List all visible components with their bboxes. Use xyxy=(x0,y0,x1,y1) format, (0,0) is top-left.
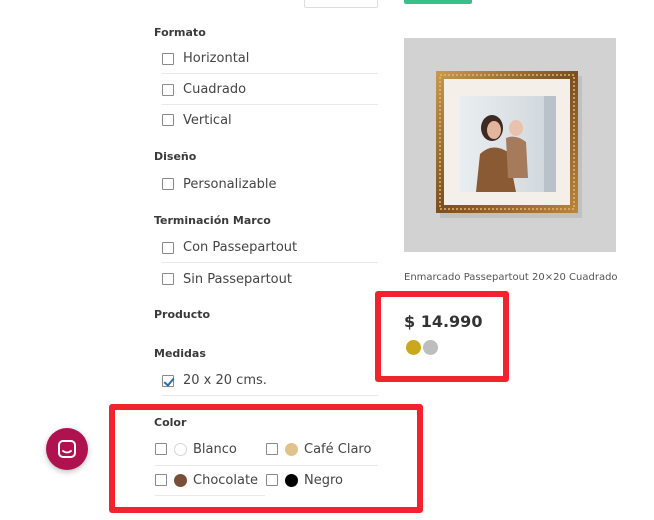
checkbox[interactable] xyxy=(266,474,278,486)
highlight-price-box xyxy=(375,291,509,382)
color-option-label: Negro xyxy=(304,472,343,488)
checkbox[interactable] xyxy=(162,273,174,285)
checkbox[interactable] xyxy=(162,178,174,190)
filter-option-label: Con Passepartout xyxy=(183,240,298,255)
product-name[interactable]: Enmarcado Passepartout 20×20 Cuadrado xyxy=(404,272,618,283)
checkbox[interactable] xyxy=(162,114,174,126)
product-image[interactable] xyxy=(404,38,616,252)
filter-option-label: Personalizable xyxy=(183,176,277,192)
divider xyxy=(155,495,265,496)
filter-option-label: Cuadrado xyxy=(183,82,247,97)
color-option-cafe-claro[interactable]: Café Claro xyxy=(266,434,371,464)
color-option-negro[interactable]: Negro xyxy=(266,465,343,495)
color-swatch-light-brown xyxy=(285,442,298,456)
filter-option-label: Sin Passepartout xyxy=(183,271,292,287)
filter-option-cuadrado[interactable]: Cuadrado xyxy=(162,75,378,105)
medidas-title: Medidas xyxy=(154,347,206,360)
filter-apply-button[interactable] xyxy=(404,0,472,4)
color-option-label: Café Claro xyxy=(304,441,372,457)
color-title: Color xyxy=(154,416,187,429)
filter-option-sin-passepartout[interactable]: Sin Passepartout xyxy=(162,264,378,294)
checkbox-checked[interactable] xyxy=(162,374,174,387)
filter-option-con-passepartout[interactable]: Con Passepartout xyxy=(162,233,378,263)
checkbox[interactable] xyxy=(162,83,174,96)
filter-option-label: Horizontal xyxy=(183,51,250,66)
color-option-blanco[interactable]: Blanco xyxy=(155,434,237,464)
color-swatch-chocolate xyxy=(174,473,187,487)
product-price: $ 14.990 xyxy=(404,312,483,331)
page: Formato Horizontal Cuadrado Vertical Dis… xyxy=(0,0,654,520)
sort-select[interactable] xyxy=(304,0,378,8)
filter-option-20x20[interactable]: 20 x 20 cms. xyxy=(162,366,378,396)
color-option-label: Blanco xyxy=(193,441,237,457)
color-swatch-white xyxy=(174,442,187,456)
filter-option-personalizable[interactable]: Personalizable xyxy=(162,169,378,199)
filter-option-horizontal[interactable]: Horizontal xyxy=(162,44,378,74)
framed-photo-image xyxy=(436,71,582,218)
checkbox[interactable] xyxy=(162,52,174,65)
filter-option-label: 20 x 20 cms. xyxy=(183,373,267,388)
color-option-label: Chocolate xyxy=(193,472,259,488)
chat-icon xyxy=(58,440,76,458)
chat-button[interactable] xyxy=(46,428,88,470)
checkbox[interactable] xyxy=(266,443,278,455)
color-swatch-black xyxy=(285,473,298,487)
terminacion-title: Terminación Marco xyxy=(154,214,271,227)
diseno-title: Diseño xyxy=(154,150,197,163)
color-option-chocolate[interactable]: Chocolate xyxy=(155,465,258,495)
swatch-silver[interactable] xyxy=(423,340,438,355)
product-color-swatches xyxy=(406,340,440,355)
filter-option-vertical[interactable]: Vertical xyxy=(162,105,378,135)
producto-title: Producto xyxy=(154,308,211,321)
checkbox[interactable] xyxy=(162,241,174,254)
filter-option-label: Vertical xyxy=(183,112,232,128)
swatch-gold[interactable] xyxy=(406,340,421,355)
checkbox[interactable] xyxy=(155,443,167,455)
formato-title: Formato xyxy=(154,26,206,39)
checkbox[interactable] xyxy=(155,474,167,486)
